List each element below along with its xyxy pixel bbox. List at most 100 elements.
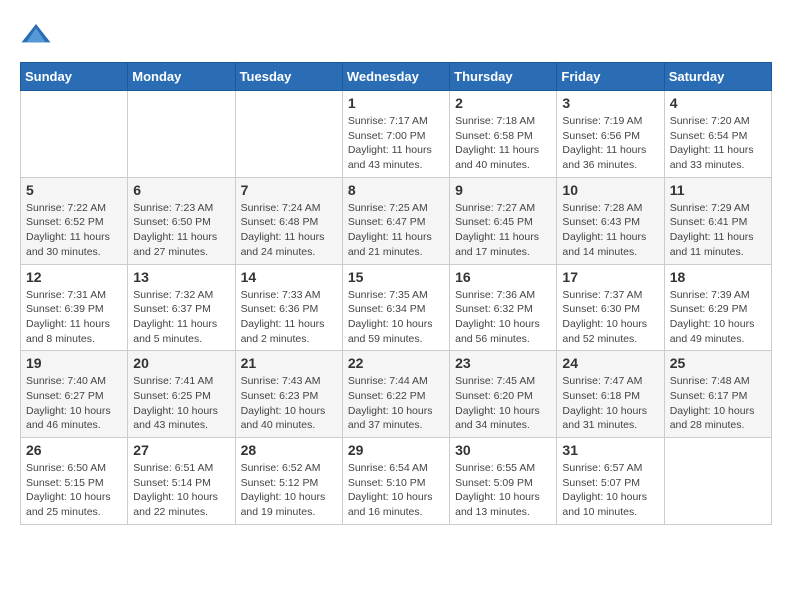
calendar-day-cell: 6 Sunrise: 7:23 AM Sunset: 6:50 PM Daylig… — [128, 177, 235, 264]
calendar-day-cell: 26Sunrise: 6:50 AM Sunset: 5:15 PM Dayli… — [21, 438, 128, 525]
calendar-day-cell: 31Sunrise: 6:57 AM Sunset: 5:07 PM Dayli… — [557, 438, 664, 525]
day-number: 31 — [562, 442, 658, 458]
calendar-day-cell: 21 Sunrise: 7:43 AM Sunset: 6:23 PM Dayli… — [235, 351, 342, 438]
calendar-week-row: 12 Sunrise: 7:31 AM Sunset: 6:39 PM Dayli… — [21, 264, 772, 351]
day-number: 12 — [26, 269, 122, 285]
day-info: Sunrise: 7:40 AM Sunset: 6:27 PM Dayligh… — [26, 374, 122, 433]
day-info: Sunrise: 7:44 AM Sunset: 6:22 PM Dayligh… — [348, 374, 444, 433]
column-header-sunday: Sunday — [21, 63, 128, 91]
calendar-day-cell: 28Sunrise: 6:52 AM Sunset: 5:12 PM Dayli… — [235, 438, 342, 525]
logo — [20, 20, 56, 52]
calendar-day-cell: 22 Sunrise: 7:44 AM Sunset: 6:22 PM Dayli… — [342, 351, 449, 438]
day-info: Sunrise: 7:31 AM Sunset: 6:39 PM Dayligh… — [26, 288, 122, 347]
calendar-day-cell: 3 Sunrise: 7:19 AM Sunset: 6:56 PM Daylig… — [557, 91, 664, 178]
calendar-day-cell: 17 Sunrise: 7:37 AM Sunset: 6:30 PM Dayli… — [557, 264, 664, 351]
calendar-day-cell: 18 Sunrise: 7:39 AM Sunset: 6:29 PM Dayli… — [664, 264, 771, 351]
calendar-day-cell: 4 Sunrise: 7:20 AM Sunset: 6:54 PM Daylig… — [664, 91, 771, 178]
day-number: 16 — [455, 269, 551, 285]
day-number: 14 — [241, 269, 337, 285]
calendar-day-cell: 1 Sunrise: 7:17 AM Sunset: 7:00 PM Daylig… — [342, 91, 449, 178]
day-info: Sunrise: 7:19 AM Sunset: 6:56 PM Dayligh… — [562, 114, 658, 173]
day-info: Sunrise: 7:32 AM Sunset: 6:37 PM Dayligh… — [133, 288, 229, 347]
day-number: 29 — [348, 442, 444, 458]
day-number: 5 — [26, 182, 122, 198]
column-header-thursday: Thursday — [450, 63, 557, 91]
day-info: Sunrise: 7:28 AM Sunset: 6:43 PM Dayligh… — [562, 201, 658, 260]
calendar-header-row: SundayMondayTuesdayWednesdayThursdayFrid… — [21, 63, 772, 91]
logo-icon — [20, 20, 52, 52]
calendar-day-cell — [128, 91, 235, 178]
day-number: 4 — [670, 95, 766, 111]
calendar-day-cell: 24Sunrise: 7:47 AM Sunset: 6:18 PM Dayli… — [557, 351, 664, 438]
day-info: Sunrise: 7:43 AM Sunset: 6:23 PM Dayligh… — [241, 374, 337, 433]
day-info: Sunrise: 7:33 AM Sunset: 6:36 PM Dayligh… — [241, 288, 337, 347]
day-info: Sunrise: 6:52 AM Sunset: 5:12 PM Dayligh… — [241, 461, 337, 520]
calendar-week-row: 1 Sunrise: 7:17 AM Sunset: 7:00 PM Daylig… — [21, 91, 772, 178]
day-info: Sunrise: 6:50 AM Sunset: 5:15 PM Dayligh… — [26, 461, 122, 520]
calendar-day-cell: 5 Sunrise: 7:22 AM Sunset: 6:52 PM Daylig… — [21, 177, 128, 264]
day-info: Sunrise: 7:22 AM Sunset: 6:52 PM Dayligh… — [26, 201, 122, 260]
calendar-day-cell: 9Sunrise: 7:27 AM Sunset: 6:45 PM Daylig… — [450, 177, 557, 264]
calendar-day-cell: 7 Sunrise: 7:24 AM Sunset: 6:48 PM Daylig… — [235, 177, 342, 264]
day-number: 21 — [241, 355, 337, 371]
day-number: 2 — [455, 95, 551, 111]
calendar-day-cell — [664, 438, 771, 525]
day-info: Sunrise: 7:29 AM Sunset: 6:41 PM Dayligh… — [670, 201, 766, 260]
day-info: Sunrise: 7:35 AM Sunset: 6:34 PM Dayligh… — [348, 288, 444, 347]
day-info: Sunrise: 7:25 AM Sunset: 6:47 PM Dayligh… — [348, 201, 444, 260]
day-info: Sunrise: 7:18 AM Sunset: 6:58 PM Dayligh… — [455, 114, 551, 173]
calendar-day-cell: 23 Sunrise: 7:45 AM Sunset: 6:20 PM Dayli… — [450, 351, 557, 438]
day-info: Sunrise: 7:17 AM Sunset: 7:00 PM Dayligh… — [348, 114, 444, 173]
day-number: 18 — [670, 269, 766, 285]
calendar-week-row: 26Sunrise: 6:50 AM Sunset: 5:15 PM Dayli… — [21, 438, 772, 525]
column-header-tuesday: Tuesday — [235, 63, 342, 91]
calendar-day-cell: 15 Sunrise: 7:35 AM Sunset: 6:34 PM Dayli… — [342, 264, 449, 351]
day-number: 1 — [348, 95, 444, 111]
day-info: Sunrise: 7:23 AM Sunset: 6:50 PM Dayligh… — [133, 201, 229, 260]
day-number: 3 — [562, 95, 658, 111]
calendar-day-cell — [21, 91, 128, 178]
day-info: Sunrise: 6:54 AM Sunset: 5:10 PM Dayligh… — [348, 461, 444, 520]
column-header-monday: Monday — [128, 63, 235, 91]
calendar-day-cell: 13Sunrise: 7:32 AM Sunset: 6:37 PM Dayli… — [128, 264, 235, 351]
day-info: Sunrise: 7:41 AM Sunset: 6:25 PM Dayligh… — [133, 374, 229, 433]
day-number: 25 — [670, 355, 766, 371]
day-info: Sunrise: 7:47 AM Sunset: 6:18 PM Dayligh… — [562, 374, 658, 433]
calendar-day-cell: 2 Sunrise: 7:18 AM Sunset: 6:58 PM Daylig… — [450, 91, 557, 178]
column-header-saturday: Saturday — [664, 63, 771, 91]
calendar-day-cell: 25 Sunrise: 7:48 AM Sunset: 6:17 PM Dayli… — [664, 351, 771, 438]
calendar-day-cell: 14 Sunrise: 7:33 AM Sunset: 6:36 PM Dayli… — [235, 264, 342, 351]
calendar-day-cell: 8 Sunrise: 7:25 AM Sunset: 6:47 PM Daylig… — [342, 177, 449, 264]
day-info: Sunrise: 6:55 AM Sunset: 5:09 PM Dayligh… — [455, 461, 551, 520]
day-number: 15 — [348, 269, 444, 285]
day-number: 19 — [26, 355, 122, 371]
day-number: 27 — [133, 442, 229, 458]
calendar-day-cell: 27 Sunrise: 6:51 AM Sunset: 5:14 PM Dayli… — [128, 438, 235, 525]
day-number: 23 — [455, 355, 551, 371]
calendar-day-cell: 11 Sunrise: 7:29 AM Sunset: 6:41 PM Dayli… — [664, 177, 771, 264]
day-number: 22 — [348, 355, 444, 371]
calendar-week-row: 5 Sunrise: 7:22 AM Sunset: 6:52 PM Daylig… — [21, 177, 772, 264]
day-number: 10 — [562, 182, 658, 198]
day-number: 11 — [670, 182, 766, 198]
day-info: Sunrise: 6:51 AM Sunset: 5:14 PM Dayligh… — [133, 461, 229, 520]
day-number: 6 — [133, 182, 229, 198]
day-number: 7 — [241, 182, 337, 198]
calendar-day-cell — [235, 91, 342, 178]
day-number: 9 — [455, 182, 551, 198]
calendar-week-row: 19 Sunrise: 7:40 AM Sunset: 6:27 PM Dayli… — [21, 351, 772, 438]
day-number: 30 — [455, 442, 551, 458]
day-info: Sunrise: 7:45 AM Sunset: 6:20 PM Dayligh… — [455, 374, 551, 433]
day-info: Sunrise: 7:20 AM Sunset: 6:54 PM Dayligh… — [670, 114, 766, 173]
calendar-day-cell: 20Sunrise: 7:41 AM Sunset: 6:25 PM Dayli… — [128, 351, 235, 438]
calendar-day-cell: 29 Sunrise: 6:54 AM Sunset: 5:10 PM Dayli… — [342, 438, 449, 525]
day-number: 17 — [562, 269, 658, 285]
calendar-day-cell: 12 Sunrise: 7:31 AM Sunset: 6:39 PM Dayli… — [21, 264, 128, 351]
day-info: Sunrise: 7:24 AM Sunset: 6:48 PM Dayligh… — [241, 201, 337, 260]
column-header-wednesday: Wednesday — [342, 63, 449, 91]
calendar-day-cell: 19 Sunrise: 7:40 AM Sunset: 6:27 PM Dayli… — [21, 351, 128, 438]
day-info: Sunrise: 7:48 AM Sunset: 6:17 PM Dayligh… — [670, 374, 766, 433]
day-info: Sunrise: 7:39 AM Sunset: 6:29 PM Dayligh… — [670, 288, 766, 347]
day-number: 8 — [348, 182, 444, 198]
day-info: Sunrise: 7:37 AM Sunset: 6:30 PM Dayligh… — [562, 288, 658, 347]
